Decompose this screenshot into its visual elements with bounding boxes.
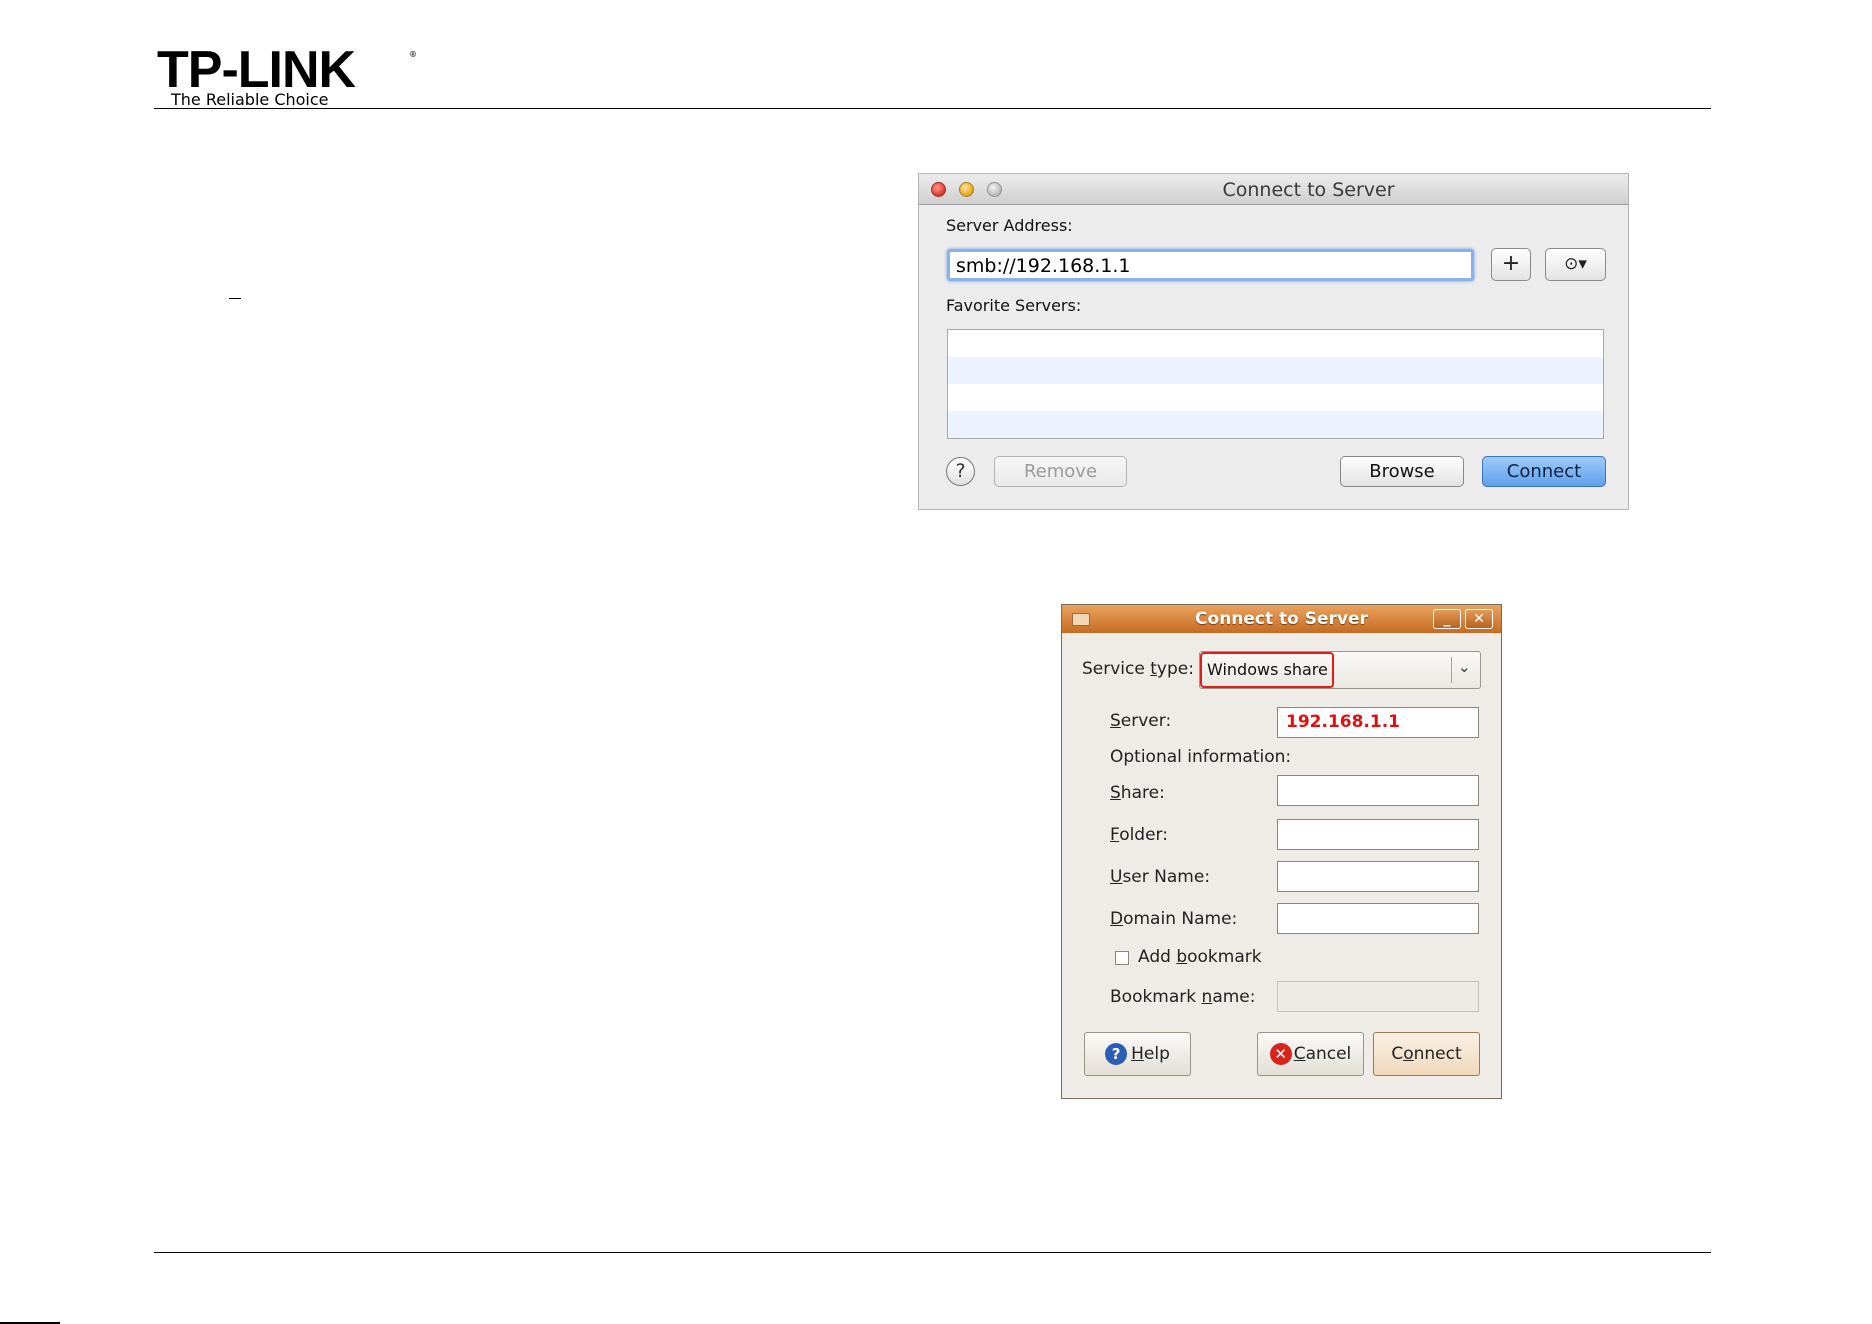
- add-favorite-button[interactable]: +: [1491, 248, 1531, 281]
- bookmark-name-label: Bookmark name:: [1110, 987, 1256, 1007]
- list-item[interactable]: [948, 411, 1603, 438]
- server-address-input[interactable]: smb://192.168.1.1: [947, 249, 1474, 281]
- add-bookmark-label[interactable]: Add bookmark: [1138, 947, 1262, 967]
- optional-information-label: Optional information:: [1110, 747, 1292, 767]
- bookmark-name-input: [1277, 981, 1479, 1012]
- remove-button[interactable]: Remove: [994, 456, 1127, 487]
- close-button[interactable]: ✕: [1465, 609, 1493, 629]
- domain-name-label: Domain Name:: [1110, 909, 1238, 929]
- folder-input[interactable]: [1277, 819, 1479, 850]
- list-item[interactable]: [948, 357, 1603, 384]
- user-name-input[interactable]: [1277, 861, 1479, 892]
- share-label: Share:: [1110, 783, 1165, 803]
- help-icon: ?: [1105, 1043, 1128, 1065]
- mac-titlebar: Connect to Server: [919, 174, 1628, 205]
- mac-dialog-title: Connect to Server: [1222, 179, 1395, 201]
- favorite-servers-list[interactable]: [947, 329, 1604, 439]
- footer-rule: [154, 1252, 1711, 1253]
- chevron-down-icon[interactable]: ⌄: [1458, 658, 1471, 676]
- header-rule: [154, 108, 1711, 109]
- recent-servers-button[interactable]: ⊙▾: [1545, 248, 1606, 281]
- help-button[interactable]: ?: [946, 457, 975, 486]
- list-item[interactable]: [948, 330, 1603, 357]
- help-button[interactable]: ? Help: [1084, 1032, 1191, 1076]
- server-label: Server:: [1110, 711, 1172, 731]
- service-type-value: Windows share: [1200, 652, 1334, 688]
- list-item[interactable]: [948, 384, 1603, 411]
- server-input[interactable]: 192.168.1.1: [1277, 707, 1479, 738]
- connect-button[interactable]: Connect: [1482, 456, 1606, 487]
- service-type-select[interactable]: Windows share ⌄: [1199, 651, 1481, 689]
- server-address-label: Server Address:: [946, 216, 1073, 235]
- logo-tagline: The Reliable Choice: [171, 90, 329, 109]
- logo-registered-mark: ®: [409, 50, 417, 59]
- ubuntu-titlebar: Connect to Server _ ✕: [1062, 605, 1501, 633]
- share-input[interactable]: [1277, 775, 1479, 806]
- connect-button[interactable]: Connect: [1373, 1032, 1480, 1076]
- cancel-button[interactable]: ✕ Cancel: [1257, 1032, 1364, 1076]
- page-mark: [229, 298, 241, 299]
- mac-connect-to-server-dialog: Connect to Server Server Address: smb://…: [918, 173, 1629, 510]
- browse-button[interactable]: Browse: [1340, 456, 1464, 487]
- logo-text: TP-LINK: [157, 41, 356, 99]
- ubuntu-connect-to-server-dialog: Connect to Server _ ✕ Service type: Wind…: [1061, 604, 1502, 1099]
- user-name-label: User Name:: [1110, 867, 1211, 887]
- service-type-label: Service type:: [1082, 659, 1194, 679]
- combo-separator: [1451, 657, 1452, 683]
- minimize-button[interactable]: _: [1433, 609, 1461, 629]
- favorite-servers-label: Favorite Servers:: [946, 296, 1082, 315]
- tp-link-logo: TP-LINK ® The Reliable Choice: [157, 41, 417, 109]
- cancel-icon: ✕: [1269, 1043, 1292, 1065]
- folder-label: Folder:: [1110, 825, 1168, 845]
- domain-name-input[interactable]: [1277, 903, 1479, 934]
- add-bookmark-checkbox[interactable]: [1115, 951, 1129, 965]
